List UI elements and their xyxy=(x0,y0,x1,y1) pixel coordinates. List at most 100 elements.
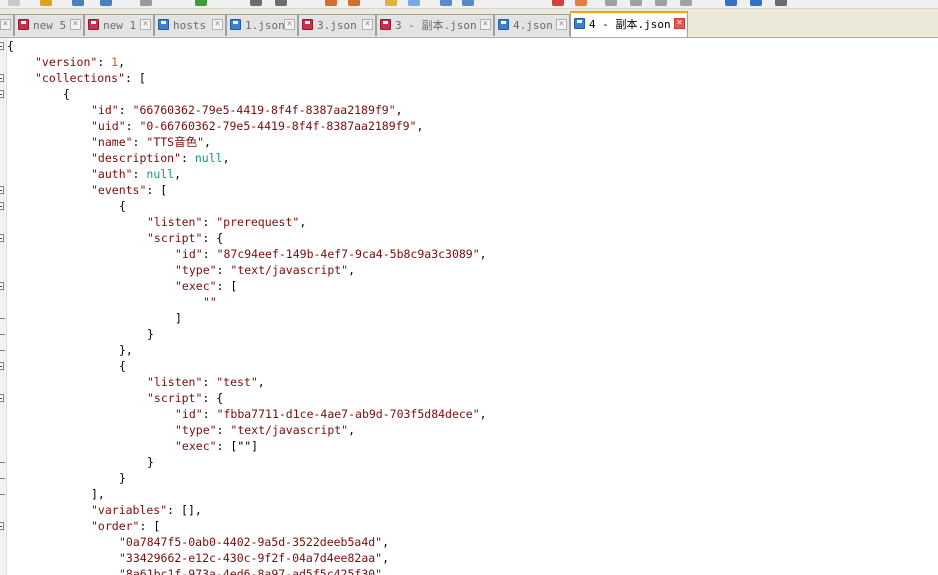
code-line: "version": 1, xyxy=(7,54,125,70)
code-token: : { xyxy=(202,231,224,245)
code-token: : xyxy=(202,247,217,261)
document-map-icon[interactable] xyxy=(655,0,667,6)
panel-icon[interactable] xyxy=(630,0,642,6)
tab-scrolled-offscreen[interactable]: × xyxy=(0,14,14,36)
open-file-icon[interactable] xyxy=(40,0,52,6)
tab-2[interactable]: new 1 × xyxy=(84,14,154,36)
fold-toggle-icon[interactable] xyxy=(0,74,4,82)
fold-toggle-icon[interactable] xyxy=(0,42,4,50)
code-token: "" xyxy=(203,295,217,309)
close-tab-icon[interactable]: × xyxy=(556,19,567,30)
save-all-icon[interactable] xyxy=(100,0,112,6)
copy-icon[interactable] xyxy=(250,0,262,6)
code-token: "events" xyxy=(91,183,147,197)
zoom-in-icon[interactable] xyxy=(440,0,452,6)
close-tab-icon[interactable]: × xyxy=(674,18,685,29)
code-line: }, xyxy=(7,342,133,358)
fold-end-marker xyxy=(0,334,5,335)
fold-end-marker xyxy=(0,462,5,463)
code-line: } xyxy=(7,470,126,486)
code-token: "version" xyxy=(35,55,98,69)
fold-margin[interactable] xyxy=(0,38,7,575)
tab-7[interactable]: 4.json × xyxy=(494,14,570,36)
record-macro-icon[interactable] xyxy=(552,0,564,6)
tab-1[interactable]: new 5 × xyxy=(14,14,84,36)
unsaved-file-icon xyxy=(88,19,99,30)
undo-icon[interactable] xyxy=(325,0,337,6)
code-line: "listen": "prerequest", xyxy=(7,214,306,230)
code-token: "variables" xyxy=(91,503,168,517)
tab-4[interactable]: 1.json × xyxy=(226,14,298,36)
code-line: "0a7847f5-0ab0-4402-9a5d-3522deeb5a4d", xyxy=(7,534,389,550)
close-tab-icon[interactable]: × xyxy=(212,19,223,30)
tab-label: 1.json xyxy=(245,19,285,32)
code-token: "collections" xyxy=(35,71,126,85)
fold-end-marker xyxy=(0,494,5,495)
code-line: "exec": [ xyxy=(7,278,237,294)
tab-label: new 5 xyxy=(33,19,67,32)
fold-toggle-icon[interactable] xyxy=(0,186,4,194)
plugin-icon[interactable] xyxy=(750,0,762,6)
tab-6[interactable]: 3 - 副本.json × xyxy=(376,14,494,36)
tab-label: hosts xyxy=(173,19,207,32)
code-token: "script" xyxy=(147,391,203,405)
code-token: , xyxy=(382,535,390,549)
code-line: "type": "text/javascript", xyxy=(7,262,355,278)
fold-toggle-icon[interactable] xyxy=(0,234,4,242)
fold-toggle-icon[interactable] xyxy=(0,90,4,98)
settings-icon[interactable] xyxy=(775,0,787,6)
code-token: : { xyxy=(202,391,224,405)
zoom-out-icon[interactable] xyxy=(462,0,474,6)
code-token: , xyxy=(382,551,390,565)
code-token: : xyxy=(202,215,217,229)
code-token: : xyxy=(132,135,147,149)
tab-label: 4.json xyxy=(513,19,553,32)
tab-bar: × new 5 × new 1 × hosts × 1.json × 3.json × 3 - 副本.… xyxy=(0,9,938,38)
code-token: : xyxy=(181,151,195,165)
new-file-icon[interactable] xyxy=(8,0,20,6)
tab-label: 4 - 副本.json xyxy=(589,18,671,31)
close-tab-icon[interactable]: × xyxy=(70,19,81,30)
fold-toggle-icon[interactable] xyxy=(0,394,4,402)
redo-icon[interactable] xyxy=(348,0,360,6)
code-token: "fbba7711-d1ce-4ae7-ab9d-703f5d84dece" xyxy=(216,407,480,421)
code-token: , xyxy=(174,167,182,181)
playback-macro-icon[interactable] xyxy=(575,0,587,6)
paste-icon[interactable] xyxy=(275,0,287,6)
view-icon[interactable] xyxy=(605,0,617,6)
code-line: { xyxy=(7,198,126,214)
find-icon[interactable] xyxy=(385,0,397,6)
code-token: { xyxy=(119,199,126,213)
code-token: , xyxy=(204,135,211,149)
code-token: , xyxy=(222,151,230,165)
cut-icon[interactable] xyxy=(195,0,207,6)
function-list-icon[interactable] xyxy=(680,0,692,6)
tab-3[interactable]: hosts × xyxy=(154,14,226,36)
code-token: "type" xyxy=(175,263,217,277)
code-token: "33429662-e12c-430c-9f2f-04a7d4ee82aa" xyxy=(119,551,383,565)
tab-8[interactable]: 4 - 副本.json × xyxy=(570,11,688,37)
monitoring-icon[interactable] xyxy=(725,0,737,6)
code-token: , xyxy=(382,567,390,575)
fold-toggle-icon[interactable] xyxy=(0,202,4,210)
print-icon[interactable] xyxy=(140,0,152,6)
close-tab-icon[interactable]: × xyxy=(0,19,11,30)
code-line: "script": { xyxy=(7,390,223,406)
code-token: : [ xyxy=(216,279,238,293)
close-tab-icon[interactable]: × xyxy=(284,19,295,30)
close-tab-icon[interactable]: × xyxy=(362,19,373,30)
tab-label: new 1 xyxy=(103,19,137,32)
word-wrap-icon[interactable] xyxy=(408,0,420,6)
fold-toggle-icon[interactable] xyxy=(0,282,4,290)
code-line: { xyxy=(7,38,14,54)
code-token: , xyxy=(348,423,356,437)
tab-5[interactable]: 3.json × xyxy=(298,14,376,36)
code-editor[interactable]: {"version": 1, "collections": [{"id": "66… xyxy=(0,38,938,575)
save-icon[interactable] xyxy=(72,0,84,6)
close-tab-icon[interactable]: × xyxy=(140,19,151,30)
fold-toggle-icon[interactable] xyxy=(0,362,4,370)
fold-toggle-icon[interactable] xyxy=(0,522,4,530)
code-token: { xyxy=(7,39,14,53)
tab-label: 3 - 副本.json xyxy=(395,19,477,32)
close-tab-icon[interactable]: × xyxy=(480,19,491,30)
